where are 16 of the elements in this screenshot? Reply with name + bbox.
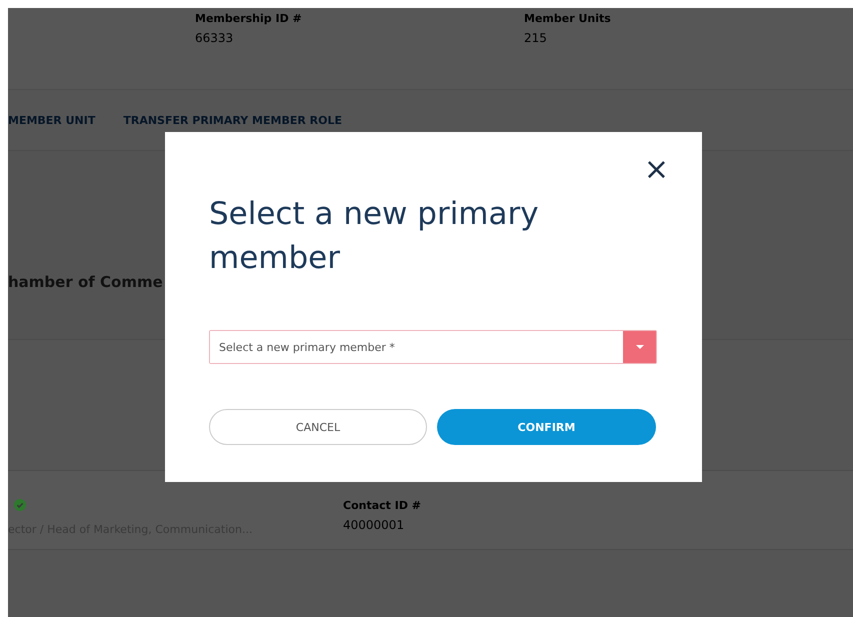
dialog-title: Select a new primary member: [209, 195, 540, 278]
field-label: Member Units: [524, 12, 612, 25]
close-button[interactable]: ×: [644, 156, 669, 184]
cancel-button[interactable]: CANCEL: [209, 409, 427, 445]
tab[interactable]: MEMBER UNIT: [8, 114, 96, 126]
field-value: 215: [524, 31, 548, 45]
caret-icon: [636, 345, 644, 349]
tab[interactable]: TRANSFER PRIMARY MEMBER ROLE: [123, 114, 342, 126]
member-select[interactable]: Select a new primary member *: [209, 330, 657, 364]
field-value: 66333: [195, 31, 234, 45]
field-label: Membership ID #: [195, 12, 303, 25]
field-value: 40000001: [343, 518, 406, 532]
dropdown-toggle[interactable]: [623, 331, 656, 363]
field-label: Contact ID #: [343, 499, 422, 512]
confirm-button[interactable]: CONFIRM: [437, 409, 656, 445]
organization-name: hamber of Comme: [8, 273, 163, 291]
